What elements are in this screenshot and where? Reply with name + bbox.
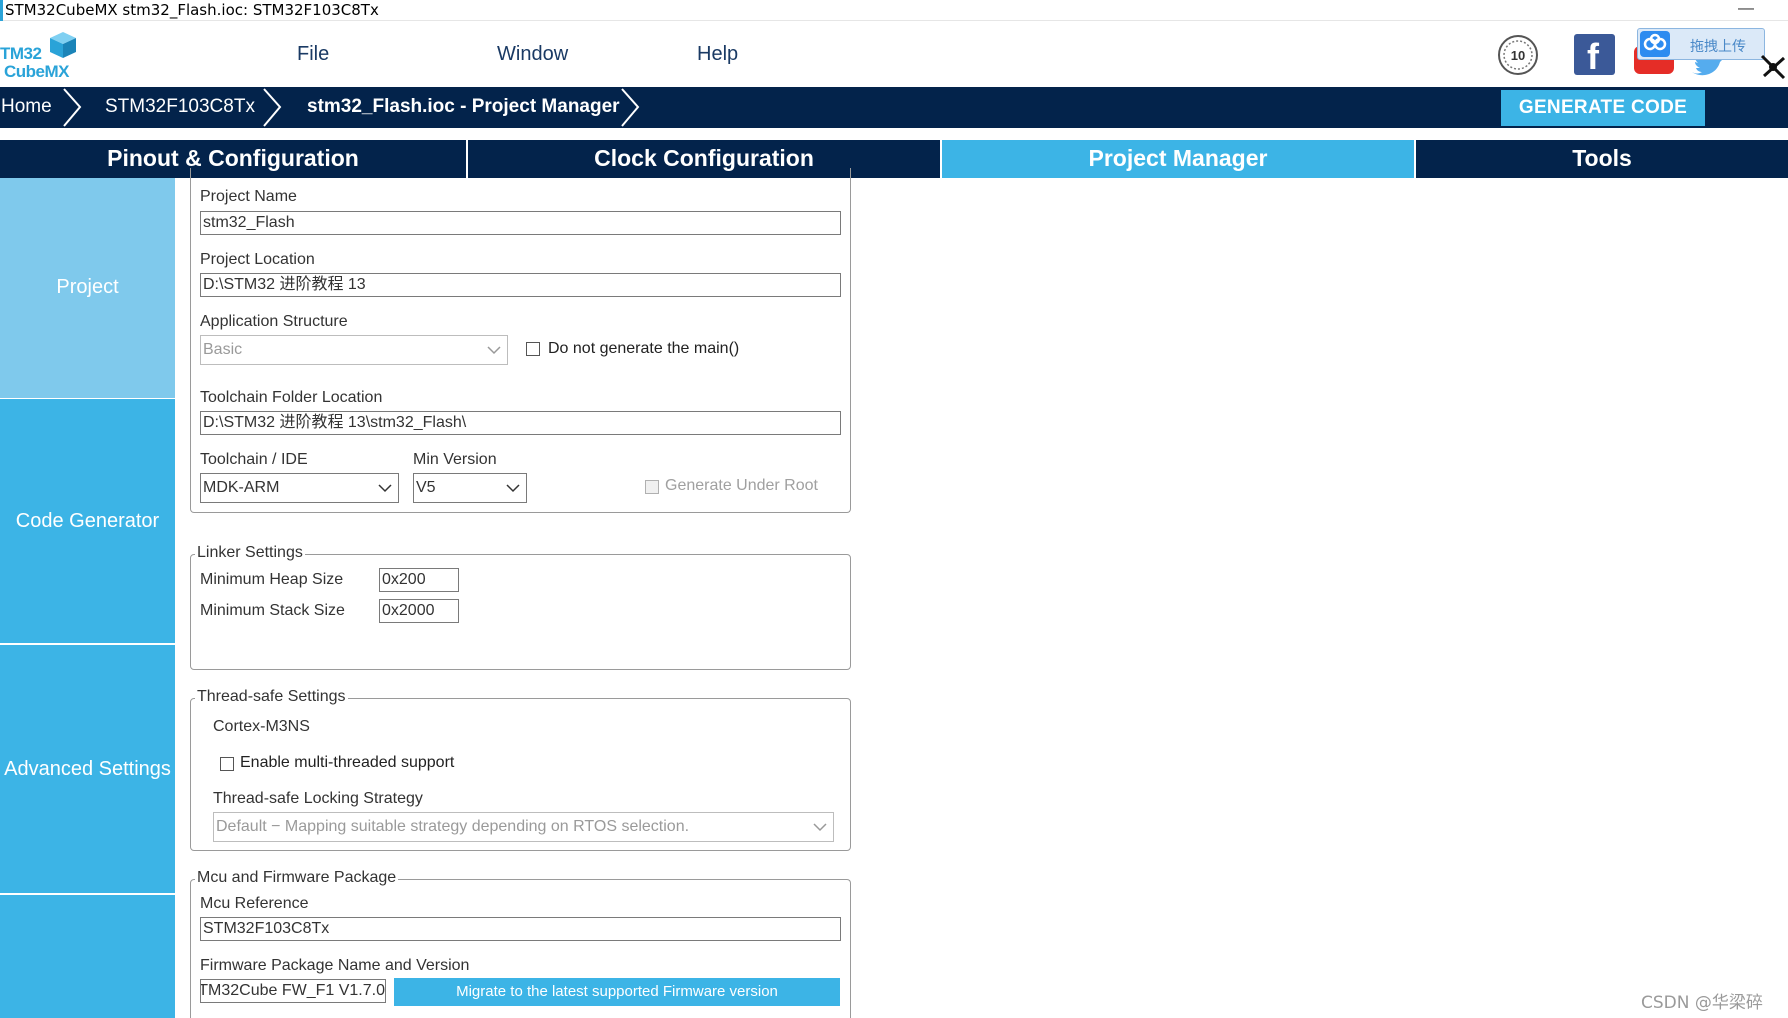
min-heap-label: Minimum Heap Size (200, 571, 344, 588)
menu-bar: TM32 CubeMX File Window Help 10 f 拖拽上传 (0, 22, 1788, 87)
chevron-right-icon (63, 88, 82, 127)
tab-project-manager[interactable]: Project Manager (942, 140, 1414, 178)
upload-label: 拖拽上传 (1690, 39, 1746, 55)
breadcrumb-home[interactable]: Home (1, 96, 52, 118)
tab-tools[interactable]: Tools (1416, 140, 1788, 178)
upload-badge[interactable]: 拖拽上传 (1637, 28, 1765, 60)
sidebar-item-empty (0, 895, 175, 1018)
network-icon[interactable] (1758, 52, 1788, 82)
multithread-label: Enable multi-threaded support (240, 754, 455, 771)
sidebar-item-advanced-settings[interactable]: Advanced Settings (0, 645, 175, 893)
mcu-reference-label: Mcu Reference (200, 895, 309, 912)
migrate-firmware-button[interactable]: Migrate to the latest supported Firmware… (394, 978, 840, 1006)
mcu-firmware-group: Mcu and Firmware Package Mcu Reference S… (190, 869, 851, 1018)
logo-text-line2: CubeMX (4, 62, 70, 81)
chevron-down-icon (487, 346, 501, 355)
project-manager-sidebar: Project Code Generator Advanced Settings (0, 178, 175, 1018)
toolchain-folder-input[interactable]: D:\STM32 进阶教程 13\stm32_Flash\ (200, 411, 841, 435)
chevron-down-icon (378, 484, 392, 493)
min-version-label: Min Version (413, 451, 497, 468)
menu-file[interactable]: File (297, 43, 329, 66)
anniversary-icon[interactable]: 10 (1497, 34, 1539, 76)
csdn-watermark: CSDN @华梁碎 (1641, 993, 1763, 1013)
breadcrumb: Home STM32F103C8Tx stm32_Flash.ioc - Pro… (0, 87, 1788, 128)
chevron-right-icon (263, 88, 282, 127)
window-title-bar: STM32CubeMX stm32_Flash.ioc: STM32F103C8… (0, 0, 1788, 21)
application-structure-select[interactable]: Basic (200, 335, 508, 365)
application-structure-value: Basic (203, 341, 243, 358)
locking-strategy-label: Thread-safe Locking Strategy (213, 790, 423, 807)
chevron-down-icon (506, 484, 520, 493)
application-structure-label: Application Structure (200, 313, 348, 330)
locking-strategy-select[interactable]: Default − Mapping suitable strategy depe… (213, 812, 834, 842)
locking-strategy-value: Default − Mapping suitable strategy depe… (216, 818, 690, 835)
window-title: STM32CubeMX stm32_Flash.ioc: STM32F103C8… (5, 1, 379, 19)
min-heap-input[interactable]: 0x200 (379, 568, 459, 592)
generate-code-button[interactable]: GENERATE CODE (1501, 90, 1705, 126)
logo-text-line1: TM32 (0, 44, 42, 63)
firmware-package-label: Firmware Package Name and Version (200, 957, 470, 974)
project-location-label: Project Location (200, 251, 315, 268)
svg-text:10: 10 (1511, 48, 1525, 63)
linker-settings-legend: Linker Settings (195, 544, 305, 562)
menu-window[interactable]: Window (497, 43, 568, 66)
stm32cubemx-logo: TM32 CubeMX (0, 30, 80, 82)
min-version-select[interactable]: V5 (413, 473, 527, 503)
linker-settings-group: Linker Settings Minimum Heap Size 0x200 … (190, 544, 851, 670)
toolchain-ide-value: MDK-ARM (203, 479, 280, 496)
toolchain-ide-label: Toolchain / IDE (200, 451, 308, 468)
chevron-right-icon (621, 88, 640, 127)
no-main-checkbox[interactable] (526, 342, 540, 356)
no-main-label: Do not generate the main() (548, 340, 740, 357)
toolchain-ide-select[interactable]: MDK-ARM (200, 473, 399, 503)
breadcrumb-project[interactable]: stm32_Flash.ioc - Project Manager (307, 96, 620, 118)
firmware-package-input[interactable]: STM32Cube FW_F1 V1.7.0 (200, 979, 386, 1003)
project-location-input[interactable]: D:\STM32 进阶教程 13 (200, 273, 841, 297)
mcu-reference-input[interactable]: STM32F103C8Tx (200, 917, 841, 941)
project-name-input[interactable]: stm32_Flash (200, 211, 841, 235)
thread-safe-settings-group: Thread-safe Settings Cortex-M3NS Enable … (190, 688, 851, 851)
facebook-icon[interactable]: f (1574, 34, 1615, 77)
project-settings-panel: Project Name stm32_Flash Project Locatio… (190, 168, 851, 513)
minimize-button[interactable]: — (1738, 0, 1754, 18)
min-stack-input[interactable]: 0x2000 (379, 599, 459, 623)
min-version-value: V5 (416, 479, 436, 496)
sidebar-item-code-generator[interactable]: Code Generator (0, 399, 175, 643)
sidebar-item-project[interactable]: Project (0, 178, 175, 398)
menu-help[interactable]: Help (697, 43, 738, 66)
mcu-firmware-legend: Mcu and Firmware Package (195, 869, 399, 887)
core-label: Cortex-M3NS (213, 718, 310, 735)
title-accent (0, 0, 3, 21)
generate-under-root-checkbox[interactable] (645, 480, 659, 494)
breadcrumb-mcu[interactable]: STM32F103C8Tx (105, 96, 255, 118)
cloud-icon (1640, 31, 1670, 57)
min-stack-label: Minimum Stack Size (200, 602, 345, 619)
cube-icon (50, 32, 76, 58)
generate-under-root-label: Generate Under Root (665, 477, 818, 494)
thread-safe-legend: Thread-safe Settings (195, 688, 348, 706)
toolchain-folder-label: Toolchain Folder Location (200, 389, 383, 406)
project-name-label: Project Name (200, 188, 297, 205)
chevron-down-icon (813, 823, 827, 832)
multithread-checkbox[interactable] (220, 757, 234, 771)
